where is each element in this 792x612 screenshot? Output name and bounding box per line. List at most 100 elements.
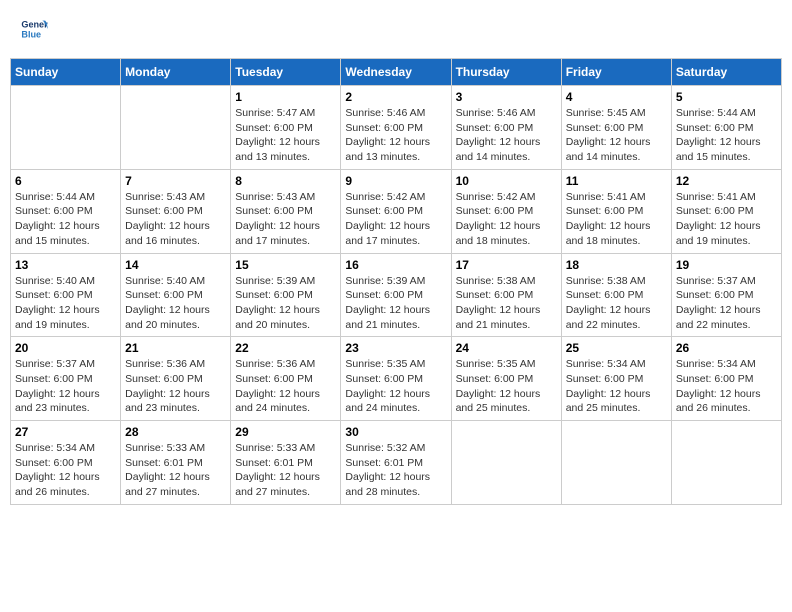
day-info: Sunrise: 5:35 AM Sunset: 6:00 PM Dayligh… (345, 357, 446, 416)
day-number: 14 (125, 258, 226, 272)
day-info: Sunrise: 5:33 AM Sunset: 6:01 PM Dayligh… (235, 441, 336, 500)
day-number: 19 (676, 258, 777, 272)
week-row-1: 1 Sunrise: 5:47 AM Sunset: 6:00 PM Daylig… (11, 86, 782, 170)
day-number: 15 (235, 258, 336, 272)
weekday-header-saturday: Saturday (671, 59, 781, 86)
day-number: 9 (345, 174, 446, 188)
day-number: 7 (125, 174, 226, 188)
day-number: 13 (15, 258, 116, 272)
calendar-cell: 17 Sunrise: 5:38 AM Sunset: 6:00 PM Dayli… (451, 253, 561, 337)
calendar-cell: 22 Sunrise: 5:36 AM Sunset: 6:00 PM Dayli… (231, 337, 341, 421)
day-number: 12 (676, 174, 777, 188)
page-header: General Blue (10, 10, 782, 48)
calendar-cell: 18Sunrise: 5:38 AM Sunset: 6:00 PM Dayli… (561, 253, 671, 337)
day-info: Sunrise: 5:34 AM Sunset: 6:00 PM Dayligh… (676, 357, 777, 416)
weekday-header-friday: Friday (561, 59, 671, 86)
svg-text:Blue: Blue (21, 29, 41, 39)
week-row-4: 20Sunrise: 5:37 AM Sunset: 6:00 PM Dayli… (11, 337, 782, 421)
day-number: 23 (345, 341, 446, 355)
weekday-header-sunday: Sunday (11, 59, 121, 86)
day-number: 3 (456, 90, 557, 104)
calendar-cell (671, 421, 781, 505)
calendar-cell (121, 86, 231, 170)
day-info: Sunrise: 5:33 AM Sunset: 6:01 PM Dayligh… (125, 441, 226, 500)
calendar-cell: 23 Sunrise: 5:35 AM Sunset: 6:00 PM Dayli… (341, 337, 451, 421)
day-info: Sunrise: 5:37 AM Sunset: 6:00 PM Dayligh… (15, 357, 116, 416)
week-row-5: 27 Sunrise: 5:34 AM Sunset: 6:00 PM Dayli… (11, 421, 782, 505)
day-info: Sunrise: 5:32 AM Sunset: 6:01 PM Dayligh… (345, 441, 446, 500)
week-row-3: 13 Sunrise: 5:40 AM Sunset: 6:00 PM Dayli… (11, 253, 782, 337)
day-number: 1 (235, 90, 336, 104)
day-info: Sunrise: 5:34 AM Sunset: 6:00 PM Dayligh… (15, 441, 116, 500)
day-info: Sunrise: 5:39 AM Sunset: 6:00 PM Dayligh… (235, 274, 336, 333)
day-number: 17 (456, 258, 557, 272)
day-number: 28 (125, 425, 226, 439)
day-info: Sunrise: 5:42 AM Sunset: 6:00 PM Dayligh… (345, 190, 446, 249)
day-number: 16 (345, 258, 446, 272)
day-info: Sunrise: 5:35 AM Sunset: 6:00 PM Dayligh… (456, 357, 557, 416)
day-info: Sunrise: 5:38 AM Sunset: 6:00 PM Dayligh… (456, 274, 557, 333)
day-info: Sunrise: 5:40 AM Sunset: 6:00 PM Dayligh… (15, 274, 116, 333)
day-info: Sunrise: 5:34 AM Sunset: 6:00 PM Dayligh… (566, 357, 667, 416)
day-number: 30 (345, 425, 446, 439)
day-info: Sunrise: 5:36 AM Sunset: 6:00 PM Dayligh… (235, 357, 336, 416)
calendar-cell: 2 Sunrise: 5:46 AM Sunset: 6:00 PM Daylig… (341, 86, 451, 170)
calendar-cell: 11 Sunrise: 5:41 AM Sunset: 6:00 PM Dayli… (561, 169, 671, 253)
calendar-cell: 29 Sunrise: 5:33 AM Sunset: 6:01 PM Dayli… (231, 421, 341, 505)
day-info: Sunrise: 5:46 AM Sunset: 6:00 PM Dayligh… (345, 106, 446, 165)
calendar-cell: 3Sunrise: 5:46 AM Sunset: 6:00 PM Daylig… (451, 86, 561, 170)
calendar-cell: 5Sunrise: 5:44 AM Sunset: 6:00 PM Daylig… (671, 86, 781, 170)
calendar-cell: 1 Sunrise: 5:47 AM Sunset: 6:00 PM Daylig… (231, 86, 341, 170)
day-info: Sunrise: 5:44 AM Sunset: 6:00 PM Dayligh… (15, 190, 116, 249)
calendar-cell: 12 Sunrise: 5:41 AM Sunset: 6:00 PM Dayli… (671, 169, 781, 253)
calendar-cell (451, 421, 561, 505)
day-info: Sunrise: 5:45 AM Sunset: 6:00 PM Dayligh… (566, 106, 667, 165)
day-number: 4 (566, 90, 667, 104)
calendar-cell: 9 Sunrise: 5:42 AM Sunset: 6:00 PM Daylig… (341, 169, 451, 253)
day-number: 22 (235, 341, 336, 355)
calendar-cell: 25 Sunrise: 5:34 AM Sunset: 6:00 PM Dayli… (561, 337, 671, 421)
day-number: 2 (345, 90, 446, 104)
calendar-cell: 8 Sunrise: 5:43 AM Sunset: 6:00 PM Daylig… (231, 169, 341, 253)
week-row-2: 6Sunrise: 5:44 AM Sunset: 6:00 PM Daylig… (11, 169, 782, 253)
calendar-cell: 6Sunrise: 5:44 AM Sunset: 6:00 PM Daylig… (11, 169, 121, 253)
day-number: 27 (15, 425, 116, 439)
weekday-header-tuesday: Tuesday (231, 59, 341, 86)
day-number: 18 (566, 258, 667, 272)
day-info: Sunrise: 5:41 AM Sunset: 6:00 PM Dayligh… (676, 190, 777, 249)
day-info: Sunrise: 5:47 AM Sunset: 6:00 PM Dayligh… (235, 106, 336, 165)
day-info: Sunrise: 5:39 AM Sunset: 6:00 PM Dayligh… (345, 274, 446, 333)
calendar-header-row: SundayMondayTuesdayWednesdayThursdayFrid… (11, 59, 782, 86)
day-info: Sunrise: 5:43 AM Sunset: 6:00 PM Dayligh… (125, 190, 226, 249)
day-info: Sunrise: 5:41 AM Sunset: 6:00 PM Dayligh… (566, 190, 667, 249)
day-info: Sunrise: 5:37 AM Sunset: 6:00 PM Dayligh… (676, 274, 777, 333)
calendar-cell (561, 421, 671, 505)
logo: General Blue (20, 15, 50, 43)
day-number: 8 (235, 174, 336, 188)
day-number: 26 (676, 341, 777, 355)
calendar-cell (11, 86, 121, 170)
calendar-cell: 13 Sunrise: 5:40 AM Sunset: 6:00 PM Dayli… (11, 253, 121, 337)
calendar-cell: 20Sunrise: 5:37 AM Sunset: 6:00 PM Dayli… (11, 337, 121, 421)
day-number: 10 (456, 174, 557, 188)
day-info: Sunrise: 5:42 AM Sunset: 6:00 PM Dayligh… (456, 190, 557, 249)
day-number: 29 (235, 425, 336, 439)
calendar-cell: 15 Sunrise: 5:39 AM Sunset: 6:00 PM Dayli… (231, 253, 341, 337)
day-number: 5 (676, 90, 777, 104)
day-number: 11 (566, 174, 667, 188)
calendar-cell: 21Sunrise: 5:36 AM Sunset: 6:00 PM Dayli… (121, 337, 231, 421)
day-number: 25 (566, 341, 667, 355)
calendar-cell: 27 Sunrise: 5:34 AM Sunset: 6:00 PM Dayli… (11, 421, 121, 505)
day-info: Sunrise: 5:43 AM Sunset: 6:00 PM Dayligh… (235, 190, 336, 249)
calendar-cell: 26 Sunrise: 5:34 AM Sunset: 6:00 PM Dayli… (671, 337, 781, 421)
calendar-cell: 28 Sunrise: 5:33 AM Sunset: 6:01 PM Dayli… (121, 421, 231, 505)
calendar-cell: 19 Sunrise: 5:37 AM Sunset: 6:00 PM Dayli… (671, 253, 781, 337)
day-number: 21 (125, 341, 226, 355)
calendar-cell: 4 Sunrise: 5:45 AM Sunset: 6:00 PM Daylig… (561, 86, 671, 170)
calendar-cell: 24Sunrise: 5:35 AM Sunset: 6:00 PM Dayli… (451, 337, 561, 421)
calendar-cell: 30 Sunrise: 5:32 AM Sunset: 6:01 PM Dayli… (341, 421, 451, 505)
calendar-cell: 14Sunrise: 5:40 AM Sunset: 6:00 PM Dayli… (121, 253, 231, 337)
logo-icon: General Blue (20, 15, 48, 43)
calendar-cell: 10 Sunrise: 5:42 AM Sunset: 6:00 PM Dayli… (451, 169, 561, 253)
calendar-table: SundayMondayTuesdayWednesdayThursdayFrid… (10, 58, 782, 505)
